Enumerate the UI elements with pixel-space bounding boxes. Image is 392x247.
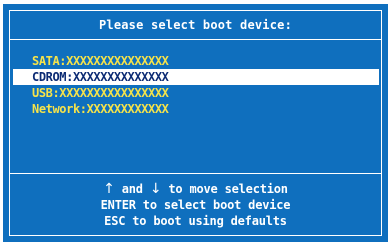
- boot-device-usb[interactable]: USB:XXXXXXXXXXXXXXXX: [10, 85, 381, 101]
- down-arrow-icon: ↓: [149, 181, 162, 197]
- boot-device-list: SATA:XXXXXXXXXXXXXXX CDROM:XXXXXXXXXXXXX…: [10, 53, 381, 117]
- boot-device-network[interactable]: Network:XXXXXXXXXXXX: [10, 101, 381, 117]
- boot-device-sata[interactable]: SATA:XXXXXXXXXXXXXXX: [10, 53, 381, 69]
- screen: Please select boot device: SATA:XXXXXXXX…: [0, 0, 392, 247]
- boot-menu-panel: Please select boot device: SATA:XXXXXXXX…: [3, 4, 388, 242]
- help-box: ↑ and ↓ to move selection ENTER to selec…: [10, 173, 381, 235]
- boot-menu-frame: Please select boot device: SATA:XXXXXXXX…: [9, 10, 382, 236]
- boot-device-cdrom[interactable]: CDROM:XXXXXXXXXXXXXX: [13, 69, 379, 85]
- help-line-enter: ENTER to select boot device: [100, 198, 291, 212]
- dialog-title: Please select boot device:: [10, 11, 381, 40]
- help-line-esc: ESC to boot using defaults: [104, 214, 287, 228]
- help-line-navigation: ↑ and ↓ to move selection: [10, 181, 381, 197]
- help-and-text: and: [121, 182, 143, 196]
- up-arrow-icon: ↑: [103, 181, 115, 197]
- help-move-text: to move selection: [168, 182, 288, 196]
